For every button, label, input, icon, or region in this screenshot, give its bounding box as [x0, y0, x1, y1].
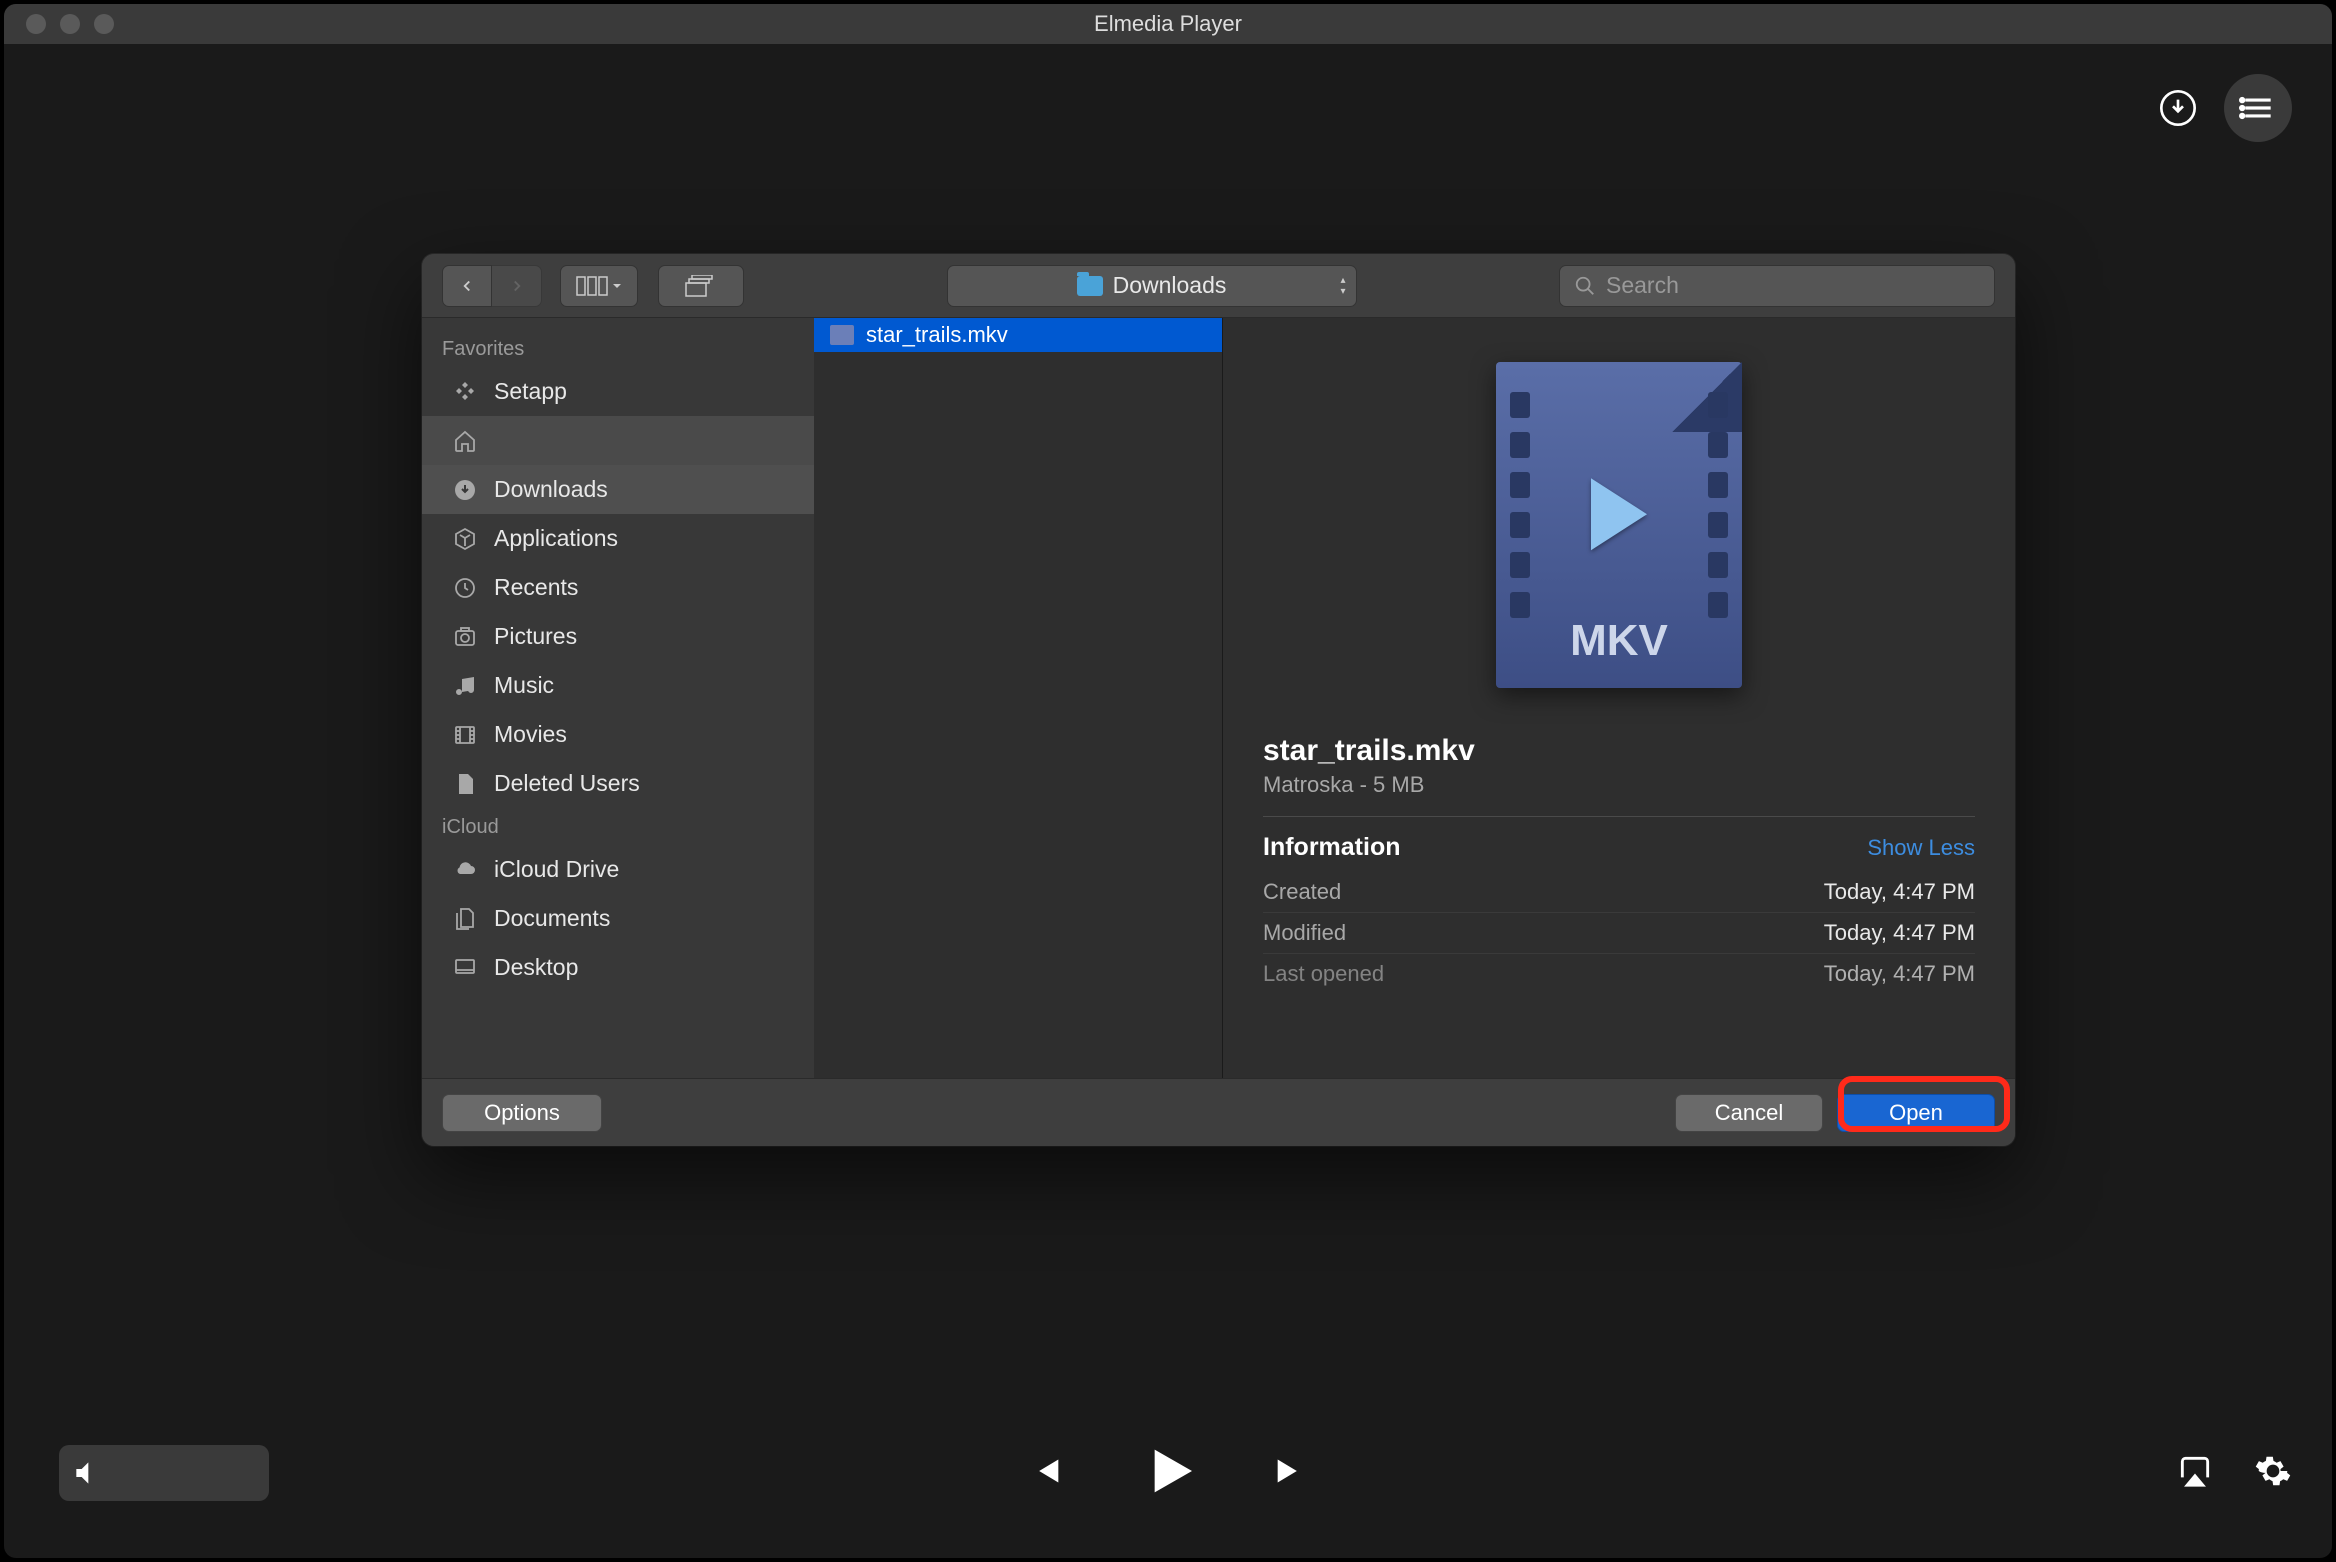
music-icon [450, 671, 480, 701]
thumb-badge: MKV [1496, 616, 1742, 666]
file-name: star_trails.mkv [866, 322, 1008, 348]
sidebar: Favorites Setapp Downloads Applications [422, 318, 814, 1078]
options-button[interactable]: Options [442, 1094, 602, 1132]
view-mode-button[interactable] [560, 265, 638, 307]
playlist-button[interactable] [2224, 74, 2292, 142]
preview-thumbnail: MKV [1486, 352, 1752, 698]
desktop-icon [450, 953, 480, 983]
dialog-footer: Options Cancel Open [422, 1078, 2015, 1146]
dialog-toolbar: Downloads ▴▾ Search [422, 254, 2015, 318]
search-input[interactable]: Search [1559, 265, 1995, 307]
dialog-body: Favorites Setapp Downloads Applications [422, 318, 2015, 1078]
info-row-created: Created Today, 4:47 PM [1263, 872, 1975, 913]
sidebar-item-icloud-drive[interactable]: iCloud Drive [422, 845, 814, 894]
next-button[interactable] [1270, 1448, 1316, 1499]
sidebar-item-desktop[interactable]: Desktop [422, 943, 814, 992]
sidebar-item-documents[interactable]: Documents [422, 894, 814, 943]
group-button[interactable] [658, 265, 744, 307]
traffic-lights [4, 14, 114, 34]
recents-icon [450, 573, 480, 603]
info-row-modified: Modified Today, 4:47 PM [1263, 913, 1975, 954]
sidebar-item-movies[interactable]: Movies [422, 710, 814, 759]
titlebar: Elmedia Player [4, 4, 2332, 44]
preview-filename: star_trails.mkv [1263, 734, 1975, 768]
volume-slider[interactable] [59, 1445, 269, 1501]
movies-icon [450, 720, 480, 750]
preview-pane: MKV star_trails.mkv Matroska - 5 MB Info… [1223, 318, 2015, 1078]
sidebar-item-label: Deleted Users [494, 770, 640, 797]
folder-icon [1077, 276, 1103, 296]
info-title: Information [1263, 833, 1401, 862]
airplay-button[interactable] [2176, 1452, 2214, 1495]
downloads-icon [450, 475, 480, 505]
setapp-icon [450, 377, 480, 407]
sidebar-item-label: Movies [494, 721, 567, 748]
document-icon [450, 769, 480, 799]
sidebar-item-label: Recents [494, 574, 578, 601]
preview-subtitle: Matroska - 5 MB [1263, 772, 1975, 798]
sidebar-section-icloud: iCloud [422, 808, 814, 845]
sidebar-item-music[interactable]: Music [422, 661, 814, 710]
sidebar-item-label: Documents [494, 905, 610, 932]
sidebar-item-downloads[interactable]: Downloads [422, 465, 814, 514]
sidebar-item-label: Setapp [494, 378, 567, 405]
sidebar-item-pictures[interactable]: Pictures [422, 612, 814, 661]
download-icon[interactable] [2156, 86, 2200, 130]
cloud-icon [450, 855, 480, 885]
top-controls [2156, 74, 2292, 142]
documents-icon [450, 904, 480, 934]
sidebar-item-setapp[interactable]: Setapp [422, 367, 814, 416]
sidebar-item-label: Downloads [494, 476, 608, 503]
app-window: Elmedia Player [4, 4, 2332, 1558]
sidebar-item-recents[interactable]: Recents [422, 563, 814, 612]
settings-button[interactable] [2254, 1452, 2292, 1495]
applications-icon [450, 524, 480, 554]
pictures-icon [450, 622, 480, 652]
play-button[interactable] [1136, 1439, 1200, 1508]
back-button[interactable] [442, 265, 492, 307]
open-button[interactable]: Open [1837, 1094, 1995, 1132]
info-row-last-opened: Last opened Today, 4:47 PM [1263, 954, 1975, 994]
file-row[interactable]: star_trails.mkv [814, 318, 1222, 352]
playback-controls [4, 1438, 2332, 1508]
location-popup[interactable]: Downloads ▴▾ [947, 265, 1357, 307]
sidebar-item-label: Desktop [494, 954, 578, 981]
close-window-button[interactable] [26, 14, 46, 34]
cancel-button[interactable]: Cancel [1675, 1094, 1823, 1132]
sidebar-section-favorites: Favorites [422, 330, 814, 367]
sidebar-item-deleted-users[interactable]: Deleted Users [422, 759, 814, 808]
sidebar-item-label: Pictures [494, 623, 577, 650]
file-list: star_trails.mkv [814, 318, 1223, 1078]
zoom-window-button[interactable] [94, 14, 114, 34]
sidebar-item-home[interactable] [422, 416, 814, 465]
location-label: Downloads [1113, 272, 1227, 299]
show-less-link[interactable]: Show Less [1867, 835, 1975, 861]
minimize-window-button[interactable] [60, 14, 80, 34]
forward-button[interactable] [492, 265, 542, 307]
search-placeholder: Search [1606, 272, 1679, 299]
open-file-dialog: Downloads ▴▾ Search Favorites Setapp [422, 254, 2015, 1146]
sidebar-item-label: Applications [494, 525, 618, 552]
window-title: Elmedia Player [1094, 11, 1242, 37]
home-icon [450, 426, 480, 456]
sidebar-item-applications[interactable]: Applications [422, 514, 814, 563]
video-file-icon [830, 325, 854, 345]
sidebar-item-label: iCloud Drive [494, 856, 619, 883]
previous-button[interactable] [1020, 1448, 1066, 1499]
sidebar-item-label: Music [494, 672, 554, 699]
chevron-updown-icon: ▴▾ [1340, 275, 1345, 297]
